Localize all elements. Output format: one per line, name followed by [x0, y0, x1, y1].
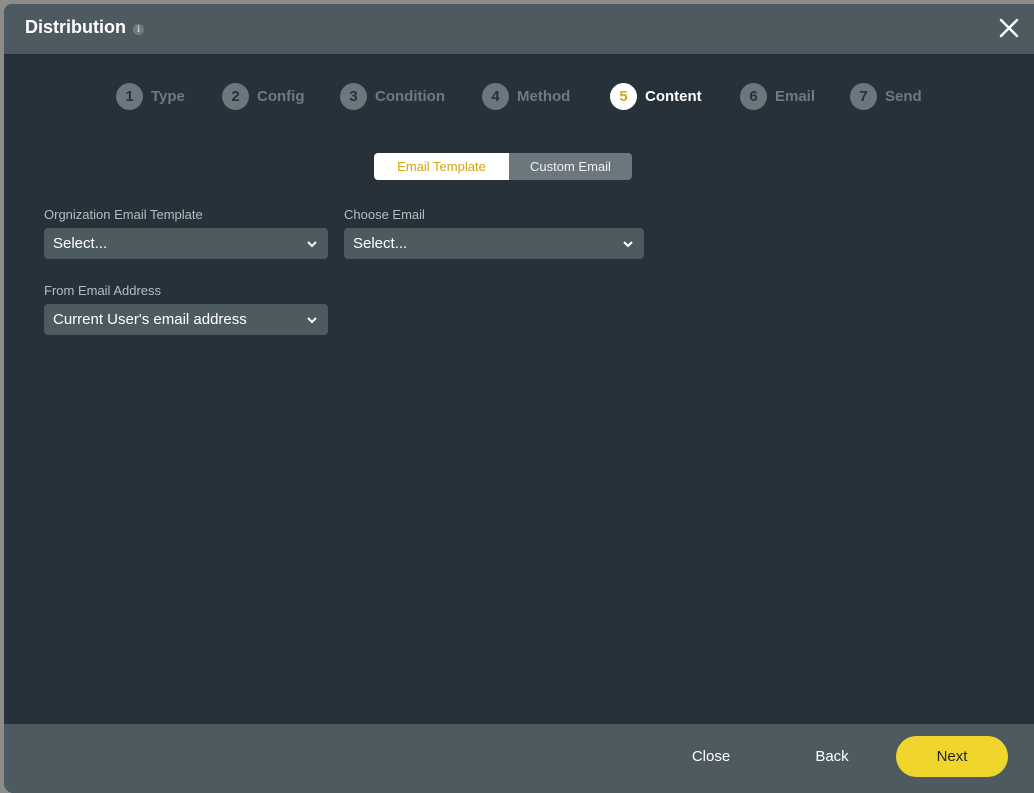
chevron-down-icon: [623, 241, 633, 248]
step-number: 3: [340, 83, 367, 110]
distribution-dialog: Distribution i 1 Type 2 Config 3 Conditi…: [4, 4, 1034, 793]
from-address-value: Current User's email address: [53, 311, 247, 328]
step-type[interactable]: 1 Type: [116, 83, 185, 110]
choose-email-value: Select...: [353, 235, 408, 252]
custom-email-tab[interactable]: Custom Email: [509, 153, 632, 180]
close-button[interactable]: Close: [671, 736, 751, 777]
info-icon[interactable]: i: [133, 24, 144, 35]
chevron-down-icon: [307, 317, 317, 324]
step-method[interactable]: 4 Method: [482, 83, 570, 110]
step-label: Method: [517, 88, 571, 105]
org-template-label: Orgnization Email Template: [44, 207, 203, 222]
step-content[interactable]: 5 Content: [610, 83, 702, 110]
step-label: Type: [151, 88, 185, 105]
content-type-toggle: Email Template Custom Email: [374, 153, 632, 180]
step-label: Condition: [375, 88, 445, 105]
step-number: 1: [116, 83, 143, 110]
step-number: 5: [610, 83, 637, 110]
step-condition[interactable]: 3 Condition: [340, 83, 445, 110]
back-button[interactable]: Back: [792, 736, 872, 777]
choose-email-select[interactable]: Select...: [344, 228, 644, 259]
org-template-value: Select...: [53, 235, 108, 252]
step-label: Content: [645, 88, 702, 105]
choose-email-label: Choose Email: [344, 207, 425, 222]
step-number: 4: [482, 83, 509, 110]
from-address-label: From Email Address: [44, 283, 162, 298]
from-address-select[interactable]: Current User's email address: [44, 304, 328, 335]
close-icon[interactable]: [998, 17, 1020, 39]
org-template-select[interactable]: Select...: [44, 228, 328, 259]
dialog-title: Distribution: [25, 17, 126, 37]
step-config[interactable]: 2 Config: [222, 83, 304, 110]
chevron-down-icon: [307, 241, 317, 248]
step-email[interactable]: 6 Email: [740, 83, 815, 110]
step-label: Config: [257, 88, 305, 105]
step-label: Send: [885, 88, 922, 105]
next-button[interactable]: Next: [896, 736, 1008, 777]
dialog-header: Distribution i: [4, 4, 1034, 54]
step-label: Email: [775, 88, 816, 105]
step-send[interactable]: 7 Send: [850, 83, 922, 110]
step-progress: 1 Type 2 Config 3 Condition 4 Method 5 C…: [4, 83, 1034, 110]
step-number: 6: [740, 83, 767, 110]
email-template-tab[interactable]: Email Template: [374, 153, 509, 180]
step-number: 7: [850, 83, 877, 110]
step-number: 2: [222, 83, 249, 110]
dialog-footer: Close Back Next: [4, 724, 1034, 793]
